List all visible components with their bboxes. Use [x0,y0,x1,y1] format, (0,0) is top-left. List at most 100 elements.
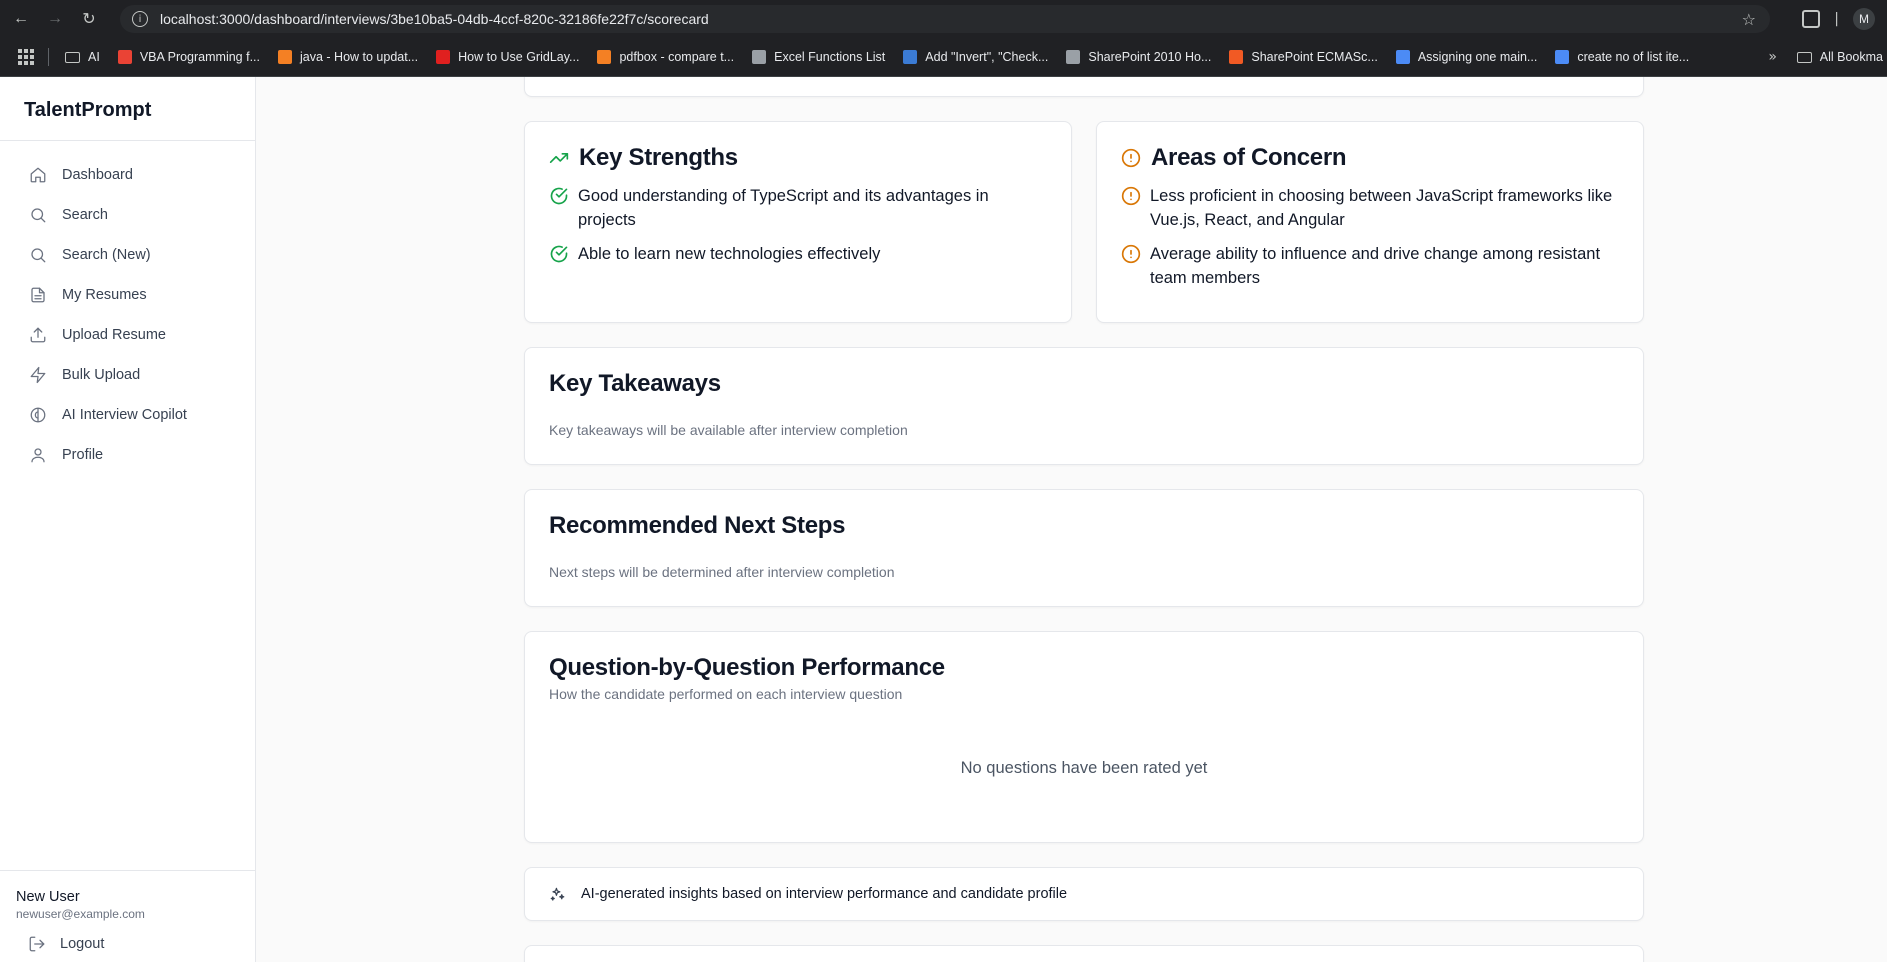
bookmarks-bar: AI VBA Programming f... java - How to upda… [0,38,1887,77]
list-item-text: Able to learn new technologies effective… [578,245,881,263]
sidebar-item-search-new[interactable]: Search (New) [0,235,255,275]
main-content: Key Strengths Good understanding of Type… [256,77,1887,962]
bookmark-label: SharePoint ECMASc... [1251,50,1378,64]
divider-icon: | [1834,11,1839,27]
bookmark-item[interactable]: Assigning one main... [1395,50,1538,64]
folder-icon [65,51,80,63]
sidebar-item-label: Dashboard [62,167,133,183]
logout-label: Logout [60,936,105,952]
alert-circle-icon [1121,242,1150,264]
document-icon [28,285,48,305]
extensions-icon[interactable] [1802,10,1821,28]
reload-icon[interactable]: ↻ [76,6,102,32]
home-icon [28,165,48,185]
favicon-icon [1066,50,1081,64]
bookmark-label: create no of list ite... [1577,50,1690,64]
bookmark-star-icon[interactable]: ☆ [1742,10,1756,29]
trending-up-icon [549,153,569,163]
key-strengths-card: Key Strengths Good understanding of Type… [524,121,1072,323]
sidebar-item-dashboard[interactable]: Dashboard [0,155,255,195]
favicon-icon [903,50,918,64]
list-item-text: Good understanding of TypeScript and its… [578,187,989,229]
apps-grid-icon[interactable] [18,49,34,65]
forward-icon[interactable]: → [42,6,68,32]
bookmark-item[interactable]: SharePoint 2010 Ho... [1066,50,1211,64]
key-strengths-title: Key Strengths [579,144,738,171]
logout-icon [29,936,45,952]
sidebar-item-label: Profile [62,447,104,463]
bolt-icon [28,365,48,385]
address-bar[interactable]: i localhost:3000/dashboard/interviews/3b… [120,5,1770,33]
bookmark-item[interactable]: How to Use GridLay... [436,50,579,64]
sidebar-item-ai-interview-copilot[interactable]: AI Interview Copilot [0,395,255,435]
profile-avatar[interactable]: M [1853,8,1875,30]
search-icon [28,205,48,225]
ai-insights-note: AI-generated insights based on interview… [524,867,1644,921]
sidebar-item-label: AI Interview Copilot [62,407,187,423]
bookmark-label: Excel Functions List [774,50,886,64]
sidebar-nav: Dashboard Search Search (New) My Resumes Upl… [0,141,255,475]
bookmark-item[interactable]: VBA Programming f... [117,50,260,64]
check-circle-icon [549,184,578,206]
question-performance-card: Question-by-Question Performance How the… [524,631,1644,843]
sidebar-item-bulk-upload[interactable]: Bulk Upload [0,355,255,395]
bookmark-label: java - How to updat... [300,50,419,64]
sparkles-icon [550,887,565,901]
alert-circle-icon [1121,148,1141,168]
key-takeaways-text: Key takeaways will be available after in… [549,422,908,438]
sidebar-item-profile[interactable]: Profile [0,435,255,475]
next-steps-card: Recommended Next Steps Next steps will b… [524,489,1644,607]
brain-icon [28,405,48,425]
bookmark-label: How to Use GridLay... [458,50,580,64]
user-icon [28,445,48,465]
bookmark-label: Add "Invert", "Check... [925,50,1049,64]
bookmark-label: VBA Programming f... [139,50,260,64]
bookmark-item[interactable]: java - How to updat... [278,50,418,64]
logout-button[interactable]: Logout [28,935,239,953]
previous-card [524,77,1644,97]
question-performance-title: Question-by-Question Performance [549,654,945,681]
more-bookmarks-icon[interactable]: » [1768,49,1777,65]
brand-logo[interactable]: TalentPrompt [0,77,255,141]
site-info-icon[interactable]: i [132,11,148,27]
favicon-icon [1229,50,1244,64]
list-item: Less proficient in choosing between Java… [1121,184,1619,232]
list-item-text: Less proficient in choosing between Java… [1150,187,1613,229]
user-panel: New User newuser@example.com Logout [0,870,255,962]
favicon-icon [436,50,451,64]
list-item-text: Average ability to influence and drive c… [1150,245,1601,287]
bookmark-label: pdfbox - compare t... [619,50,735,64]
check-circle-icon [549,242,578,264]
ai-insights-text: AI-generated insights based on interview… [581,886,1068,902]
bookmark-item[interactable]: create no of list ite... [1555,50,1689,64]
upload-icon [28,325,48,345]
areas-of-concern-title: Areas of Concern [1151,144,1347,171]
bookmark-item[interactable]: SharePoint ECMASc... [1229,50,1378,64]
app-shell: TalentPrompt Dashboard Search Search (New)… [0,77,1887,962]
bookmark-label: SharePoint 2010 Ho... [1088,50,1212,64]
sidebar-item-label: Bulk Upload [62,367,141,383]
all-bookmarks[interactable]: All Bookma [1796,50,1887,64]
bookmark-label: Assigning one main... [1417,50,1538,64]
sidebar-item-my-resumes[interactable]: My Resumes [0,275,255,315]
list-item: Average ability to influence and drive c… [1121,242,1619,290]
no-questions-message: No questions have been rated yet [960,759,1208,777]
url-text[interactable]: localhost:3000/dashboard/interviews/3be1… [160,11,709,27]
bookmarks-divider [48,48,49,66]
sidebar-item-label: Search [62,207,108,223]
bookmark-item[interactable]: AI [65,50,100,64]
key-takeaways-card: Key Takeaways Key takeaways will be avai… [524,347,1644,465]
bookmark-item[interactable]: pdfbox - compare t... [597,50,734,64]
sidebar-item-upload-resume[interactable]: Upload Resume [0,315,255,355]
user-email: newuser@example.com [16,907,145,921]
areas-of-concern-card: Areas of Concern Less proficient in choo… [1096,121,1644,323]
sidebar-item-search[interactable]: Search [0,195,255,235]
next-card [524,945,1644,962]
all-bookmarks-label: All Bookma [1819,50,1883,64]
sidebar-item-label: Upload Resume [62,327,166,343]
bookmark-item[interactable]: Excel Functions List [752,50,885,64]
folder-icon [1796,51,1812,63]
bookmark-item[interactable]: Add "Invert", "Check... [903,50,1048,64]
sidebar: TalentPrompt Dashboard Search Search (New)… [0,77,256,962]
back-icon[interactable]: ← [8,6,34,32]
